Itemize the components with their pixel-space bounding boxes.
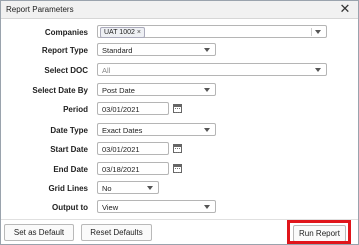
companies-label: Companies (44, 28, 88, 37)
end-date-label: End Date (53, 165, 88, 174)
output-to-value: View (102, 203, 119, 212)
chevron-down-icon[interactable] (204, 88, 210, 92)
end-date-input[interactable]: 03/18/2021 (97, 162, 169, 175)
period-value: 03/01/2021 (102, 105, 140, 114)
reset-defaults-button[interactable]: Reset Defaults (81, 224, 152, 241)
calendar-icon[interactable] (173, 144, 182, 153)
field-separator (311, 28, 312, 36)
date-type-label: Date Type (50, 126, 88, 135)
chevron-down-icon[interactable] (315, 30, 321, 34)
dialog-title: Report Parameters (6, 5, 74, 14)
remove-tag-icon[interactable]: × (137, 29, 141, 36)
end-date-value: 03/18/2021 (102, 165, 140, 174)
grid-lines-label: Grid Lines (48, 184, 88, 193)
select-doc-select[interactable]: All (97, 63, 327, 76)
grid-lines-value: No (102, 184, 112, 193)
date-type-value: Exact Dates (102, 126, 143, 135)
select-date-by-label: Select Date By (32, 86, 88, 95)
chevron-down-icon[interactable] (204, 205, 210, 209)
title-bar: Report Parameters ✕ (1, 1, 358, 19)
close-icon[interactable]: ✕ (338, 2, 352, 16)
set-as-default-button[interactable]: Set as Default (4, 224, 74, 241)
report-type-value: Standard (102, 46, 133, 55)
select-date-by-select[interactable]: Post Date (97, 83, 216, 96)
chevron-down-icon[interactable] (315, 68, 321, 72)
report-type-label: Report Type (41, 46, 88, 55)
companies-multiselect[interactable]: UAT 1002 × (97, 25, 327, 38)
company-tag: UAT 1002 × (100, 27, 145, 38)
start-date-label: Start Date (50, 145, 88, 154)
chevron-down-icon[interactable] (204, 128, 210, 132)
company-tag-label: UAT 1002 (104, 29, 135, 36)
select-doc-value: All (102, 66, 111, 75)
start-date-input[interactable]: 03/01/2021 (97, 142, 169, 155)
start-date-value: 03/01/2021 (102, 145, 140, 154)
period-input[interactable]: 03/01/2021 (97, 102, 169, 115)
calendar-icon[interactable] (173, 104, 182, 113)
output-to-label: Output to (52, 203, 88, 212)
chevron-down-icon[interactable] (204, 48, 210, 52)
highlight-box (287, 220, 351, 244)
chevron-down-icon[interactable] (147, 186, 153, 190)
date-type-select[interactable]: Exact Dates (97, 123, 216, 136)
period-label: Period (63, 105, 88, 114)
output-to-select[interactable]: View (97, 200, 216, 213)
calendar-icon[interactable] (173, 164, 182, 173)
grid-lines-select[interactable]: No (97, 181, 159, 194)
report-type-select[interactable]: Standard (97, 43, 216, 56)
report-parameters-dialog: Report Parameters ✕ Companies UAT 1002 × … (0, 0, 359, 245)
select-date-by-value: Post Date (102, 86, 135, 95)
select-doc-label: Select DOC (44, 66, 88, 75)
